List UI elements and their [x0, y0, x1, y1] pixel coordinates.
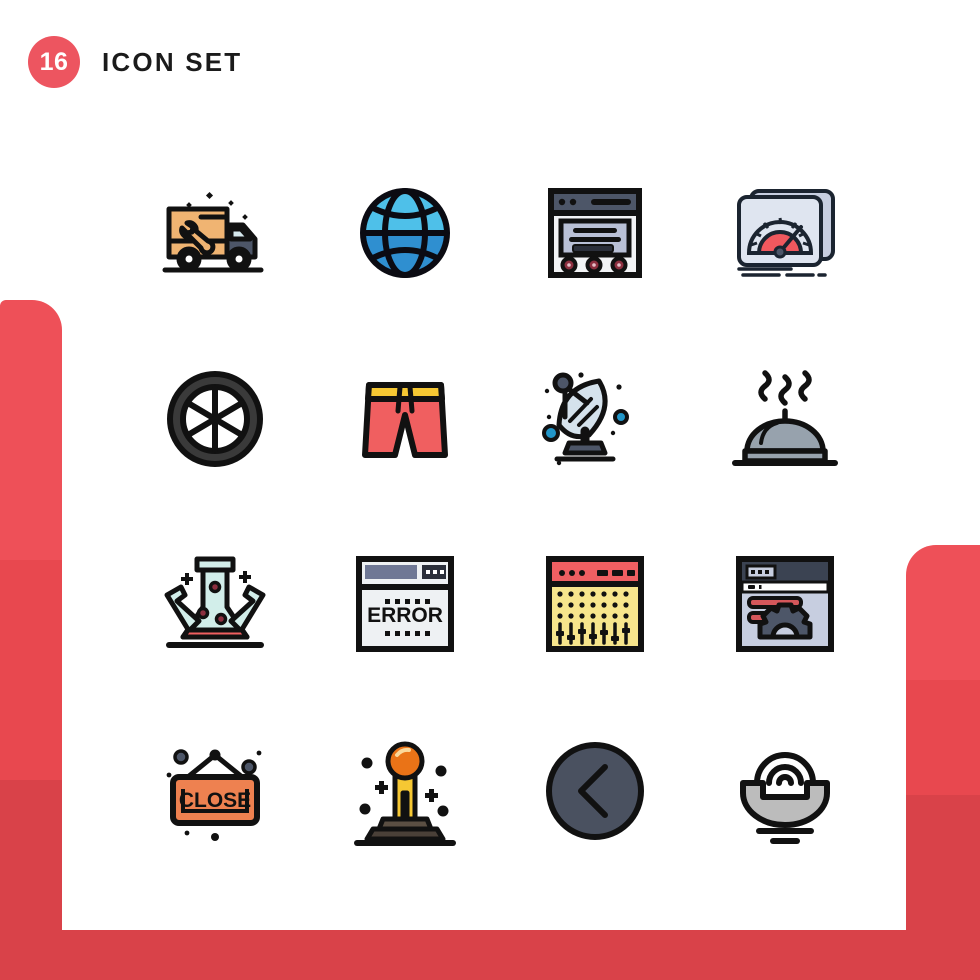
right-red-ribbon — [906, 545, 980, 980]
icon-cell-error-page[interactable]: ERROR — [310, 512, 500, 698]
shorts-icon — [362, 382, 448, 458]
web-page-icon — [548, 188, 642, 278]
icon-cell-wheel[interactable] — [120, 326, 310, 512]
food-cloche-icon — [732, 370, 838, 466]
bottom-red-bar — [0, 930, 980, 980]
speedometer-icon — [737, 189, 835, 277]
icon-cell-satellite-dish[interactable] — [500, 326, 690, 512]
close-sign-label: CLOSE — [179, 789, 251, 812]
settings-page-icon — [736, 556, 834, 652]
close-sign-icon: CLOSE — [166, 749, 262, 841]
icon-cell-equalizer[interactable] — [500, 512, 690, 698]
error-page-icon: ERROR — [356, 556, 454, 652]
telephone-signal-icon — [740, 752, 830, 844]
icon-cell-telephone-signal[interactable] — [690, 698, 880, 884]
ribbon-shade-a — [906, 680, 980, 795]
left-red-ribbon — [0, 300, 62, 980]
icon-cell-globe[interactable] — [310, 140, 500, 326]
icon-cell-settings-page[interactable] — [690, 512, 880, 698]
icon-grid: ERROR CLOSE — [120, 140, 880, 884]
trophy-statue-icon — [354, 741, 456, 846]
icon-set-canvas: 16 Icon Set — [0, 0, 980, 980]
icon-cell-service-truck[interactable] — [120, 140, 310, 326]
service-truck-icon — [162, 191, 264, 273]
header: 16 Icon Set — [28, 36, 242, 88]
icon-cell-back-arrow[interactable] — [500, 698, 690, 884]
icon-cell-trophy-statue[interactable] — [310, 698, 500, 884]
icon-cell-food-cloche[interactable] — [690, 326, 880, 512]
icon-cell-speedometer[interactable] — [690, 140, 880, 326]
icon-cell-shorts[interactable] — [310, 326, 500, 512]
lab-flask-icon — [164, 556, 266, 648]
ribbon-shade-a — [0, 560, 62, 780]
icon-count-badge: 16 — [28, 36, 80, 88]
globe-icon — [360, 188, 450, 278]
icon-cell-web-page[interactable] — [500, 140, 690, 326]
icon-cell-close-sign[interactable]: CLOSE — [120, 698, 310, 884]
page-title: Icon Set — [102, 46, 243, 77]
wheel-icon — [167, 371, 263, 467]
chevron-left-circle-icon — [546, 742, 644, 840]
icon-cell-lab-flask[interactable] — [120, 512, 310, 698]
satellite-dish-icon — [542, 372, 629, 466]
error-page-label: ERROR — [367, 604, 443, 627]
equalizer-icon — [546, 556, 644, 652]
